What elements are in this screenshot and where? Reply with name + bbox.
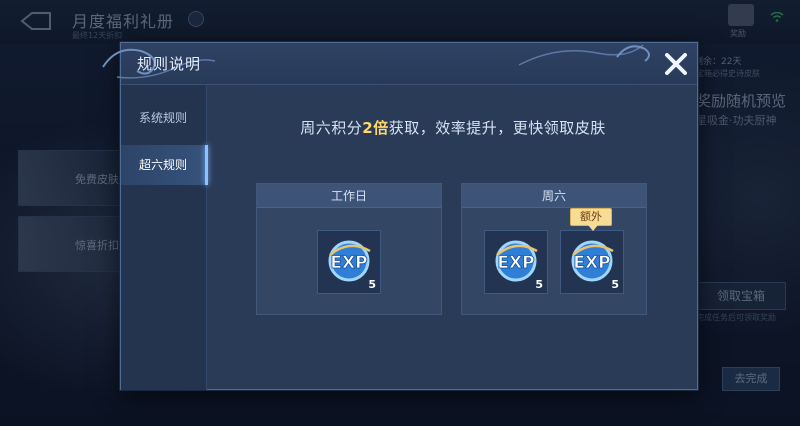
item-count: 5 bbox=[368, 278, 376, 291]
close-icon[interactable] bbox=[661, 49, 691, 79]
item-count: 5 bbox=[611, 278, 619, 291]
rules-dialog: 规则说明 系统规则 超六规则 周六积分2倍获取，效率提升，更快领取皮肤 工作日 … bbox=[102, 42, 699, 390]
cloud-swirl-decoration-icon bbox=[518, 44, 650, 66]
tab-super-six-rules[interactable]: 超六规则 bbox=[121, 145, 208, 185]
svg-text:EXP: EXP bbox=[497, 253, 534, 273]
exp-reward-item[interactable]: EXP 5 bbox=[317, 230, 381, 294]
exp-reward-item-extra[interactable]: EXP 5 bbox=[560, 230, 624, 294]
saturday-panel: 周六 EXP 5 EXP 5 额外 bbox=[461, 183, 647, 315]
svg-text:EXP: EXP bbox=[330, 253, 367, 273]
svg-text:EXP: EXP bbox=[573, 253, 610, 273]
headline-post: 获取，效率提升，更快领取皮肤 bbox=[388, 119, 606, 137]
tab-system-rules[interactable]: 系统规则 bbox=[121, 99, 207, 137]
headline-pre: 周六积分 bbox=[300, 119, 363, 137]
workday-panel-header: 工作日 bbox=[257, 184, 441, 208]
headline-highlight: 2倍 bbox=[362, 119, 389, 137]
dialog-header: 规则说明 bbox=[102, 43, 697, 85]
item-count: 5 bbox=[535, 278, 543, 291]
dialog-title: 规则说明 bbox=[137, 55, 202, 73]
extra-tag: 额外 bbox=[570, 208, 612, 231]
saturday-panel-header: 周六 bbox=[462, 184, 646, 208]
workday-panel: 工作日 EXP 5 bbox=[256, 183, 442, 315]
rule-headline: 周六积分2倍获取，效率提升，更快领取皮肤 bbox=[207, 117, 699, 138]
exp-reward-item[interactable]: EXP 5 bbox=[484, 230, 548, 294]
